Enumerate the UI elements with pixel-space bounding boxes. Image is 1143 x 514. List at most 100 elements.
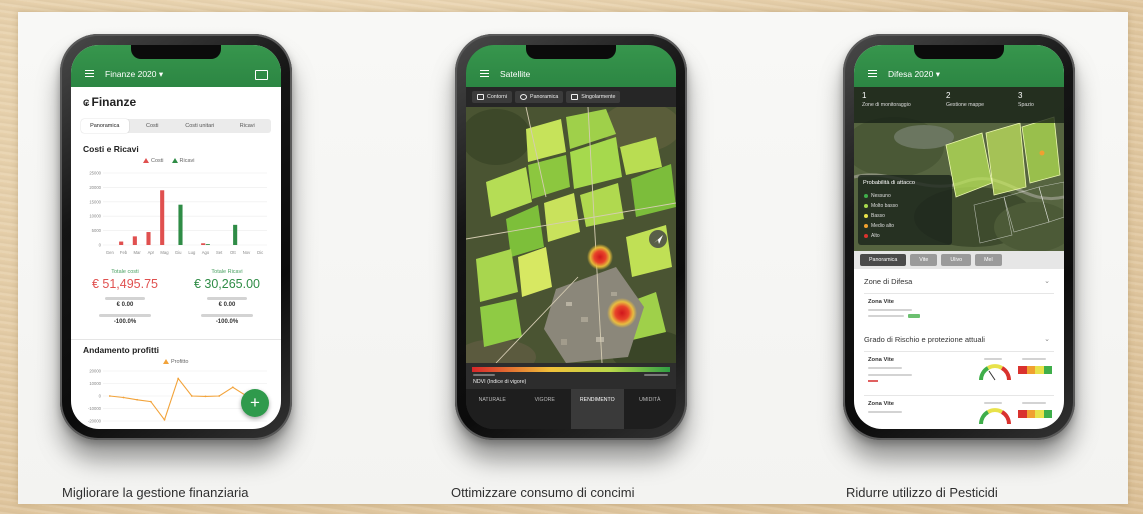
tab-panoramica[interactable]: Panoramica xyxy=(860,254,907,266)
y-tick-label: 10000 xyxy=(89,214,101,219)
profit-point xyxy=(122,396,125,399)
phone-notch xyxy=(131,45,221,59)
tab-panoramica[interactable]: Panoramica xyxy=(81,119,129,133)
bar-costi xyxy=(119,241,124,245)
zone-card[interactable]: Zona Vite xyxy=(864,293,1054,328)
add-button[interactable]: + xyxy=(241,389,269,417)
ndvi-legend-title: NDVI (Indice di vigore) xyxy=(473,379,527,385)
bar-ricavi xyxy=(178,204,183,245)
ndvi-gradient-bar xyxy=(472,367,670,372)
costs-revenue-title: Costi e Ricavi xyxy=(83,144,139,154)
bar-costi xyxy=(146,232,151,245)
total-revenue-label: Totale Ricavi xyxy=(211,269,243,275)
risk-card[interactable]: Zona Vite xyxy=(864,351,1054,392)
revenue-change: -100.0% xyxy=(215,319,239,325)
blurred-label xyxy=(99,314,151,317)
caption-fertilizer: Ottimizzare consumo di concimi xyxy=(451,485,635,500)
legend-item: Medio alto xyxy=(864,223,894,229)
profit-point xyxy=(108,395,111,397)
protection-bar xyxy=(1018,366,1052,374)
season-selector[interactable]: Finanze 2020 ▾ xyxy=(105,69,163,80)
total-costs-label: Totale costi xyxy=(111,269,139,275)
x-tick-label: Ago xyxy=(202,250,210,255)
phone-screen: Finanze 2020 ▾ ₢ Finanze Panoramica Costi… xyxy=(71,45,281,429)
toolbar-panoramica[interactable]: Panoramica xyxy=(515,91,564,103)
satellite-map[interactable] xyxy=(466,107,676,363)
total-revenue-value: € 30,265.00 xyxy=(193,277,261,291)
profit-point xyxy=(218,395,221,397)
y-tick-label: -20000 xyxy=(88,419,102,424)
step-3[interactable]: 3 Spazio xyxy=(1018,91,1034,108)
x-tick-label: Gen xyxy=(106,250,115,255)
map-toolbar: Contorni Panoramica Singolarmente xyxy=(466,87,676,107)
crop-tabs: Panoramica Vite Ulivo Mel xyxy=(854,251,1064,269)
navigation-icon[interactable] xyxy=(649,230,667,248)
phone-notch xyxy=(526,45,616,59)
tab-ulivo[interactable]: Ulivo xyxy=(941,254,972,266)
legend-item: Alto xyxy=(864,233,880,239)
section-title: Grado di Rischio e protezione attuali xyxy=(864,335,985,344)
profit-point xyxy=(190,395,193,397)
legend-ricavi[interactable]: Ricavi xyxy=(171,158,195,164)
finance-icon: ₢ xyxy=(83,98,90,108)
y-tick-label: 10000 xyxy=(89,381,101,386)
attack-marker[interactable] xyxy=(1039,150,1045,156)
season-selector[interactable]: Difesa 2020 ▾ xyxy=(888,69,940,80)
risk-card[interactable]: Zona Vite xyxy=(864,395,1054,429)
legend-costi[interactable]: Costi xyxy=(143,158,164,164)
toolbar-contorni[interactable]: Contorni xyxy=(472,91,513,103)
bar-ricavi xyxy=(233,224,238,245)
x-tick-label: Lug xyxy=(188,250,196,255)
menu-icon[interactable] xyxy=(85,70,94,78)
risk-indicator xyxy=(868,380,878,382)
tab-umidita[interactable]: UMIDITÀ xyxy=(624,389,677,429)
menu-icon[interactable] xyxy=(868,70,877,78)
caption-pesticides: Ridurre utilizzo di Pesticidi xyxy=(846,485,998,500)
menu-icon[interactable] xyxy=(480,70,489,78)
profit-point xyxy=(204,395,207,398)
defense-zones-section[interactable]: Zone di Difesa ⌄ xyxy=(864,277,1054,289)
tab-vigore[interactable]: VIGORE xyxy=(519,389,572,429)
chevron-down-icon[interactable]: ⌄ xyxy=(1044,335,1050,343)
phone-screen: Satellite Contorni Panoramica Singolarme… xyxy=(466,45,676,429)
y-tick-label: 5000 xyxy=(92,228,102,233)
legend-item: Molto basso xyxy=(864,203,898,209)
bar-costi xyxy=(160,190,165,245)
tab-rendimento[interactable]: RENDIMENTO xyxy=(571,389,624,429)
tab-more[interactable]: Mel xyxy=(975,254,1002,266)
tab-costi[interactable]: Costi xyxy=(129,119,177,133)
profit-point xyxy=(163,418,166,421)
x-tick-label: Giu xyxy=(175,250,182,255)
section-title: Zone di Difesa xyxy=(864,277,913,286)
profit-legend[interactable]: Profitto xyxy=(163,359,188,365)
map-icon[interactable] xyxy=(255,70,268,80)
x-tick-label: Ott xyxy=(230,250,236,255)
tab-naturale[interactable]: NATURALE xyxy=(466,389,519,429)
phone-screen: Difesa 2020 ▾ 1 Zone di monitoraggio 2 G… xyxy=(854,45,1064,429)
phone-satellite: Satellite Contorni Panoramica Singolarme… xyxy=(455,34,687,440)
toolbar-singolarmente[interactable]: Singolarmente xyxy=(566,91,621,103)
tab-vite[interactable]: Vite xyxy=(910,254,938,266)
bar-costi xyxy=(132,236,137,245)
blurred-label xyxy=(1022,402,1046,404)
protection-bar xyxy=(1018,410,1052,418)
risk-card-title: Zona Vite xyxy=(868,401,894,407)
workflow-steps: 1 Zone di monitoraggio 2 Gestione mappe 3S… xyxy=(854,87,1064,123)
layer-tabs: NATURALE VIGORE RENDIMENTO UMIDITÀ xyxy=(466,389,676,429)
risk-gauge xyxy=(979,364,1011,381)
risk-section[interactable]: Grado di Rischio e protezione attuali ⌄ xyxy=(864,335,1054,347)
tab-costi-unitari[interactable]: Costi unitari xyxy=(176,119,224,133)
blurred-label xyxy=(984,358,1002,360)
tab-ricavi[interactable]: Ricavi xyxy=(224,119,272,133)
total-costs-value: € 51,495.75 xyxy=(91,277,159,291)
bar-costi xyxy=(201,243,206,245)
blurred-label xyxy=(105,297,145,300)
step-1[interactable]: 1 Zone di monitoraggio xyxy=(862,91,911,108)
low-vigor-spot xyxy=(607,298,637,328)
step-2[interactable]: 2 Gestione mappe xyxy=(946,91,984,108)
total-costs-block: Totale costi € 51,495.75 € 0.00 -100.0% xyxy=(79,269,171,325)
risk-card-title: Zona Vite xyxy=(868,357,894,363)
chevron-down-icon[interactable]: ⌄ xyxy=(1044,277,1050,285)
risk-gauge xyxy=(979,408,1011,425)
x-tick-label: Set xyxy=(216,250,223,255)
